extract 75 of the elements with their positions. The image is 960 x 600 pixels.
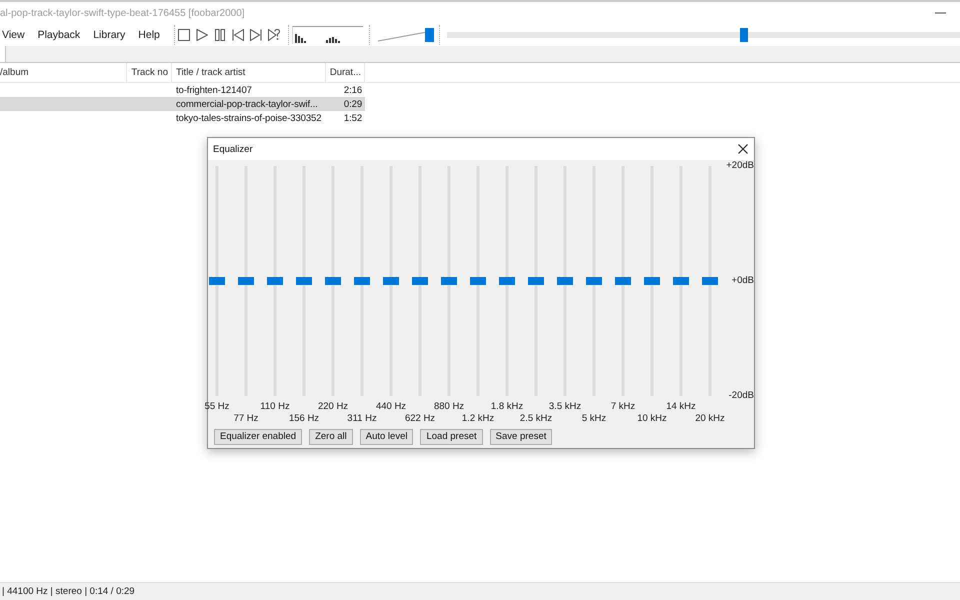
frequency-label: 156 Hz — [288, 413, 320, 425]
window-title: al-pop-track-taylor-swift-type-beat-176455 [foobar2000] — [0, 8, 245, 18]
frequency-label: 3.5 kHz — [548, 401, 582, 413]
frequency-label: 1.8 kHz — [490, 401, 524, 413]
slider-thumb[interactable] — [586, 277, 602, 285]
slider-thumb[interactable] — [702, 277, 718, 285]
frequency-label: 2.5 kHz — [520, 413, 552, 425]
pause-icon[interactable] — [214, 29, 226, 41]
stop-icon[interactable] — [178, 29, 190, 41]
dialog-button[interactable]: Load preset — [420, 429, 483, 445]
menu-item[interactable]: View — [1, 29, 26, 41]
slider-thumb[interactable] — [615, 277, 631, 285]
minimize-icon[interactable] — [935, 12, 946, 14]
frequency-label: 311 Hz — [347, 413, 377, 425]
duration-cell-text: 1:52 — [342, 112, 363, 125]
slider-thumb[interactable] — [383, 277, 399, 285]
seek-thumb[interactable] — [740, 28, 748, 42]
menu-item[interactable]: Playback — [36, 29, 82, 41]
status-text: | 44100 Hz | stereo | 0:14 / 0:29 — [2, 586, 135, 597]
slider-thumb[interactable] — [499, 277, 515, 285]
menu-item[interactable]: Library — [92, 29, 126, 41]
scale-label: +0dB — [732, 275, 754, 287]
slider-thumb[interactable] — [644, 277, 660, 285]
playlist-row[interactable]: tokyo-tales-strains-of-poise-330352 1:52 — [0, 111, 365, 125]
slider-thumb[interactable] — [209, 277, 225, 285]
frequency-label: 55 Hz — [204, 401, 230, 413]
dialog-button[interactable]: Zero all — [309, 429, 353, 445]
frequency-label: 220 Hz — [318, 401, 348, 413]
column-header[interactable]: Durat... — [326, 63, 365, 82]
volume-slider[interactable] — [376, 28, 434, 42]
dialog-button[interactable]: Auto level — [360, 429, 414, 445]
column-header[interactable]: Title / track artist — [172, 63, 326, 82]
frequency-label: 880 Hz — [434, 401, 464, 413]
volume-thumb[interactable] — [424, 28, 434, 42]
duration-cell-text: 0:29 — [342, 98, 363, 111]
slider-thumb[interactable] — [325, 277, 341, 285]
frequency-label: 7 kHz — [610, 401, 636, 413]
playlist-row[interactable]: commercial-pop-track-taylor-swif... 0:29 — [0, 97, 365, 111]
duration-cell-text: 2:16 — [342, 84, 363, 97]
slider-thumb[interactable] — [557, 277, 573, 285]
slider-thumb[interactable] — [441, 277, 457, 285]
column-header[interactable]: /album — [0, 63, 127, 82]
title-cell-text: tokyo-tales-strains-of-poise-330352 — [175, 112, 322, 125]
play-icon[interactable] — [196, 29, 208, 41]
slider-thumb[interactable] — [267, 277, 283, 285]
dialog-button[interactable]: Save preset — [490, 429, 552, 445]
slider-thumb[interactable] — [354, 277, 370, 285]
title-cell-text: to-frighten-121407 — [175, 84, 253, 97]
close-icon[interactable] — [738, 144, 748, 154]
menu-item[interactable]: Help — [137, 29, 161, 41]
next-icon[interactable] — [250, 29, 262, 41]
question-skip-icon[interactable] — [268, 29, 280, 41]
column-header[interactable]: Track no — [127, 63, 172, 82]
dialog-title: Equalizer — [213, 144, 253, 154]
title-cell-text: commercial-pop-track-taylor-swif... — [175, 98, 319, 111]
scale-label: -20dB — [728, 390, 754, 402]
previous-icon[interactable] — [232, 29, 244, 41]
frequency-label: 77 Hz — [234, 413, 258, 425]
frequency-label: 622 Hz — [404, 413, 436, 425]
playlist-row[interactable]: to-frighten-121407 2:16 — [0, 83, 365, 97]
slider-thumb[interactable] — [238, 277, 254, 285]
slider-thumb[interactable] — [470, 277, 486, 285]
scale-label: +20dB — [726, 160, 754, 172]
frequency-label: 110 Hz — [260, 401, 290, 413]
frequency-label: 14 kHz — [666, 401, 696, 413]
frequency-label: 20 kHz — [695, 413, 725, 425]
slider-thumb[interactable] — [528, 277, 544, 285]
frequency-label: 5 kHz — [582, 413, 606, 425]
frequency-label: 440 Hz — [376, 401, 406, 413]
frequency-label: 1.2 kHz — [462, 413, 494, 425]
slider-thumb[interactable] — [296, 277, 312, 285]
slider-thumb[interactable] — [673, 277, 689, 285]
slider-thumb[interactable] — [412, 277, 428, 285]
frequency-label: 10 kHz — [637, 413, 667, 425]
dialog-button[interactable]: Equalizer enabled — [214, 429, 302, 445]
